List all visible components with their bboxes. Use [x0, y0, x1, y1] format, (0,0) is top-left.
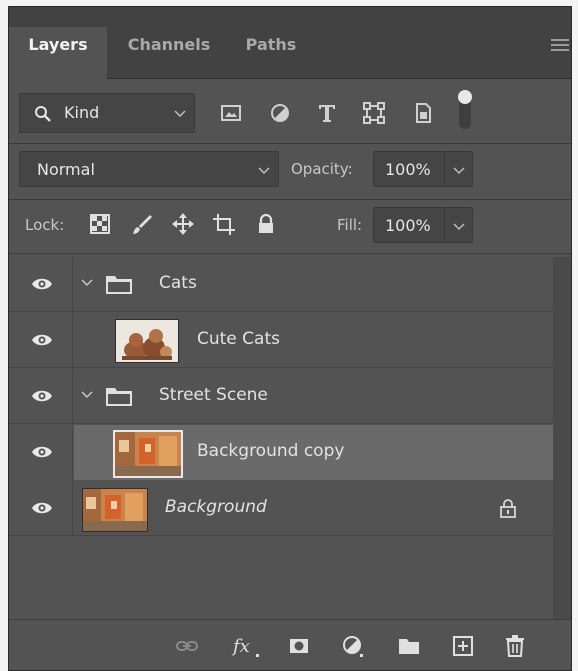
visibility-toggle[interactable]: [9, 257, 73, 312]
kind-filter-dropdown[interactable]: Kind: [19, 93, 195, 133]
opacity-value: 100%: [385, 160, 431, 179]
eye-icon: [32, 334, 52, 346]
type-filter-icon[interactable]: [315, 101, 339, 125]
divider: [9, 253, 571, 254]
tab-channels[interactable]: Channels: [113, 27, 225, 79]
blend-mode-dropdown[interactable]: Normal: [19, 151, 279, 187]
divider: [9, 199, 571, 200]
fill-slider-button[interactable]: [445, 207, 473, 243]
eye-icon: [32, 502, 52, 514]
layer-thumbnail-street: [113, 430, 183, 478]
search-icon: [35, 106, 51, 122]
layers-bottom-toolbar: fx: [9, 619, 571, 670]
layer-row-cute-cats[interactable]: Cute Cats: [9, 313, 553, 368]
tab-paths[interactable]: Paths: [231, 27, 311, 79]
filter-row: Kind: [9, 90, 571, 133]
visibility-toggle[interactable]: [9, 369, 73, 424]
layer-name: Cute Cats: [197, 329, 280, 349]
layer-mask-icon[interactable]: [287, 634, 311, 658]
new-group-icon[interactable]: [397, 634, 421, 658]
shape-filter-icon[interactable]: [362, 101, 386, 125]
fill-label: Fill:: [337, 216, 363, 234]
smart-object-filter-icon[interactable]: [411, 101, 435, 125]
chevron-down-icon: [453, 167, 465, 175]
lock-position-icon[interactable]: [172, 213, 194, 235]
lock-label: Lock:: [25, 216, 65, 234]
eye-icon: [32, 390, 52, 402]
visibility-toggle[interactable]: [9, 313, 73, 368]
chevron-down-icon: [453, 223, 465, 231]
kind-label: Kind: [64, 103, 100, 122]
layer-name: Street Scene: [159, 385, 268, 405]
chevron-down-icon[interactable]: [81, 391, 93, 399]
link-layers-icon[interactable]: [175, 634, 199, 658]
fill-value: 100%: [385, 216, 431, 235]
street-image: [83, 489, 147, 531]
lock-all-icon[interactable]: [255, 213, 277, 235]
layer-name: Background: [165, 497, 267, 517]
eye-icon: [32, 446, 52, 458]
adjustment-layer-icon[interactable]: [341, 634, 365, 658]
layer-name: Cats: [159, 273, 197, 293]
delete-icon[interactable]: [503, 634, 527, 658]
layer-row-background-copy[interactable]: Background copy: [9, 425, 553, 480]
pixel-filter-icon[interactable]: [219, 101, 243, 125]
fx-icon[interactable]: fx: [231, 634, 261, 658]
scrollbar-track[interactable]: [553, 257, 571, 652]
layer-thumbnail-cats: [115, 319, 179, 363]
layers-list: Cats Cute Cats Street Scene Background c…: [9, 257, 571, 652]
chevron-down-icon: [258, 167, 270, 175]
panel-menu-icon[interactable]: [551, 38, 569, 52]
layer-row-street-scene[interactable]: Street Scene: [9, 369, 553, 424]
divider: [9, 143, 571, 144]
visibility-toggle[interactable]: [9, 481, 73, 536]
layer-name: Background copy: [197, 441, 345, 461]
opacity-field[interactable]: 100%: [373, 151, 445, 187]
folder-icon: [106, 388, 132, 406]
layer-row-background[interactable]: Background: [9, 481, 553, 536]
layer-thumbnail-background: [82, 488, 148, 532]
lock-image-icon[interactable]: [131, 213, 153, 235]
chevron-down-icon: [174, 110, 186, 118]
eye-icon: [32, 278, 52, 290]
opacity-label: Opacity:: [291, 160, 353, 178]
lock-transparent-icon[interactable]: [89, 213, 111, 235]
tab-bar: Layers Channels Paths: [9, 7, 571, 79]
visibility-toggle[interactable]: [9, 425, 73, 480]
layer-row-cats[interactable]: Cats: [9, 257, 553, 312]
fill-field[interactable]: 100%: [373, 207, 445, 243]
lock-artboard-icon[interactable]: [213, 213, 235, 235]
cats-image: [116, 320, 178, 362]
adjustment-filter-icon[interactable]: [268, 101, 292, 125]
layers-panel: Layers Channels Paths Kind Normal Opacit…: [9, 7, 571, 670]
opacity-slider-button[interactable]: [445, 151, 473, 187]
blend-mode-value: Normal: [37, 160, 95, 179]
street-image: [115, 432, 181, 476]
filter-toggle-icon[interactable]: [455, 87, 475, 133]
lock-icon[interactable]: [499, 498, 517, 518]
new-layer-icon[interactable]: [451, 634, 475, 658]
svg-text:fx: fx: [231, 636, 250, 657]
chevron-down-icon[interactable]: [81, 279, 93, 287]
folder-icon: [106, 276, 132, 294]
tab-layers[interactable]: Layers: [9, 27, 107, 79]
